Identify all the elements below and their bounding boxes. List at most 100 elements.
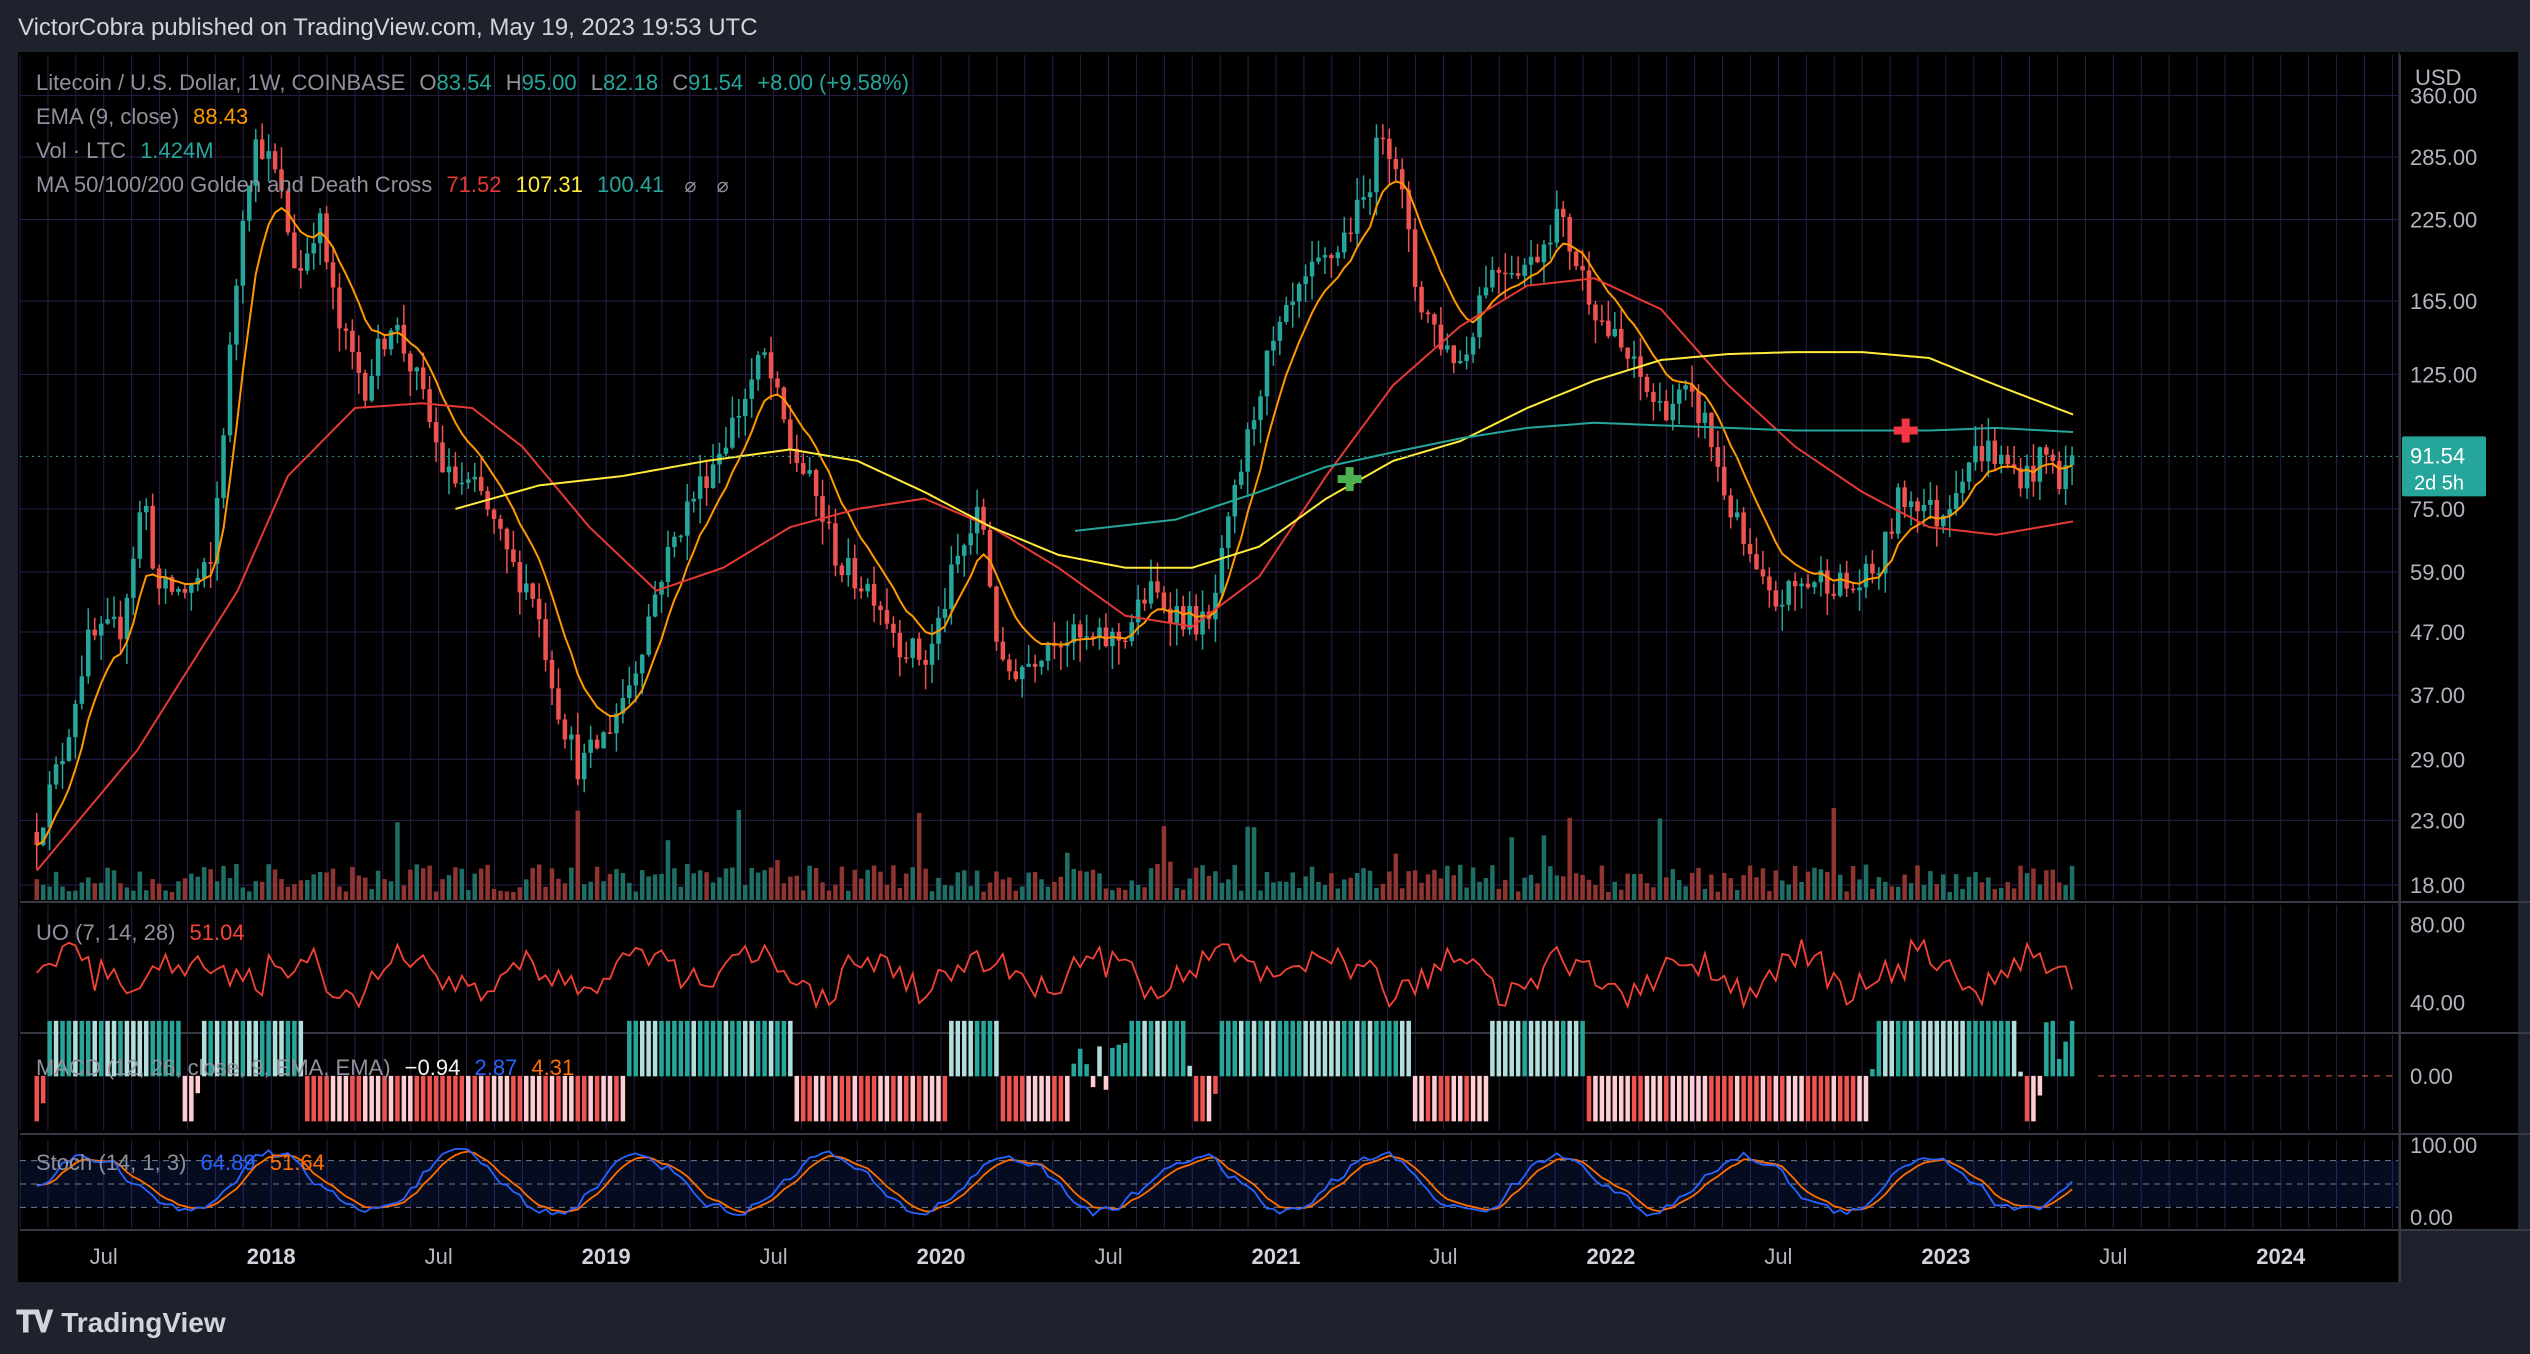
- uo-legend[interactable]: UO (7, 14, 28) 51.04: [36, 920, 253, 946]
- macd-bar: [1342, 1020, 1347, 1077]
- volume-bar: [53, 871, 59, 900]
- volume-bar: [1560, 876, 1566, 900]
- macd-bar: [1670, 1075, 1676, 1122]
- volume-bar: [884, 884, 890, 900]
- candle-body: [79, 676, 85, 704]
- volume-bar: [1457, 864, 1463, 900]
- candle-body: [375, 338, 381, 376]
- macd-bar: [1077, 1048, 1083, 1077]
- volume-bar: [111, 870, 117, 900]
- macd-bar: [1992, 1020, 1998, 1077]
- legend-ma-row[interactable]: MA 50/100/200 Golden and Death Cross 71.…: [36, 172, 737, 198]
- volume-bar: [1322, 885, 1328, 900]
- macd-bar: [1760, 1075, 1766, 1122]
- macd-bar: [1747, 1075, 1753, 1122]
- candle-body: [1103, 627, 1109, 647]
- volume-bar: [337, 886, 342, 900]
- eye-off-icon[interactable]: ⌀: [717, 173, 729, 198]
- macd-bar: [1831, 1075, 1837, 1122]
- time-tick-label: 2018: [247, 1244, 296, 1269]
- macd-bar: [504, 1075, 510, 1122]
- volume-bar: [1155, 864, 1160, 900]
- candle-body: [1219, 547, 1225, 593]
- candle-body: [362, 372, 368, 401]
- legend-vol-row[interactable]: Vol · LTC 1.424M: [36, 138, 222, 164]
- chart-canvas[interactable]: 360.00285.00225.00165.00125.0075.0059.00…: [0, 0, 2530, 1354]
- candle-body: [1483, 287, 1489, 296]
- candle-body: [1799, 583, 1804, 587]
- countdown-label: 2d 5h: [2414, 472, 2464, 494]
- candle-body: [575, 734, 581, 780]
- macd-bar: [524, 1075, 529, 1122]
- candle-body: [878, 605, 883, 611]
- volume-bar: [839, 866, 845, 900]
- candle-body: [530, 583, 535, 599]
- candle-body: [536, 598, 542, 620]
- candle-body: [871, 583, 877, 606]
- volume-bar: [2044, 870, 2049, 900]
- volume-bar: [98, 882, 104, 900]
- macd-bar: [826, 1075, 832, 1122]
- volume-bar: [955, 872, 961, 900]
- macd-bar: [904, 1075, 909, 1122]
- stoch-legend[interactable]: Stoch (14, 1, 3) 64.89 51.64: [36, 1150, 333, 1176]
- candle-body: [1741, 512, 1746, 544]
- low-label: L: [590, 70, 604, 95]
- macd-bar: [2011, 1020, 2017, 1077]
- volume-bar: [1792, 865, 1798, 900]
- candle-body: [414, 367, 420, 372]
- macd-bar: [1934, 1020, 1940, 1077]
- candle-body: [1380, 137, 1386, 140]
- volume-bar: [659, 873, 664, 900]
- macd-bar: [317, 1075, 323, 1122]
- candle-body: [259, 139, 265, 159]
- legend-ema-row[interactable]: EMA (9, close) 88.43: [36, 104, 256, 130]
- candle-body: [1000, 641, 1006, 660]
- macd-bar: [1148, 1020, 1154, 1077]
- candle-body: [1670, 403, 1676, 421]
- candle-body: [865, 583, 870, 592]
- candle-body: [1696, 391, 1701, 423]
- symbol-label[interactable]: Litecoin / U.S. Dollar, 1W, COINBASE: [36, 70, 405, 95]
- candle-body: [1683, 385, 1688, 390]
- price-tick-label: 285.00: [2410, 145, 2477, 170]
- candle-body: [1676, 389, 1682, 404]
- volume-bar: [1638, 873, 1643, 900]
- volume-bar: [1329, 873, 1334, 900]
- macd-legend[interactable]: MACD (12, 26, close, 9, EMA, EMA) −0.94 …: [36, 1055, 582, 1081]
- candle-body: [839, 565, 845, 576]
- candle-body: [1973, 446, 1978, 463]
- candle-body: [1992, 440, 1998, 464]
- ma200-value: 100.41: [597, 172, 665, 197]
- candle-body: [201, 562, 207, 578]
- candle-body: [1045, 642, 1051, 661]
- volume-bar: [974, 870, 980, 900]
- volume-bar: [723, 868, 729, 900]
- macd-bar: [1045, 1075, 1051, 1122]
- macd-bar: [491, 1075, 497, 1122]
- candle-body: [1058, 645, 1064, 648]
- time-tick-label: Jul: [90, 1244, 118, 1269]
- macd-hist-value: −0.94: [404, 1055, 461, 1080]
- volume-bar: [1232, 864, 1238, 900]
- volume-bar: [1715, 891, 1721, 900]
- macd-bar: [433, 1075, 439, 1122]
- macd-bar: [1773, 1075, 1779, 1122]
- eye-off-icon[interactable]: ⌀: [684, 173, 696, 198]
- volume-bar: [1039, 879, 1044, 900]
- macd-bar: [633, 1020, 639, 1077]
- macd-bar: [704, 1020, 709, 1077]
- macd-bar: [1709, 1075, 1714, 1122]
- macd-bar: [1322, 1020, 1328, 1077]
- tradingview-footer[interactable]: 𝐓𝐕 TradingView: [16, 1305, 226, 1340]
- volume-bar: [292, 884, 297, 900]
- volume-bar: [1000, 879, 1006, 900]
- volume-bar: [1928, 871, 1933, 900]
- macd-bar: [1631, 1075, 1637, 1122]
- volume-bar: [1007, 877, 1012, 900]
- macd-bar: [1084, 1064, 1089, 1077]
- volume-bar: [1915, 865, 1920, 900]
- volume-bar: [1464, 887, 1469, 900]
- candle-body: [1747, 543, 1753, 555]
- volume-bar: [742, 885, 748, 900]
